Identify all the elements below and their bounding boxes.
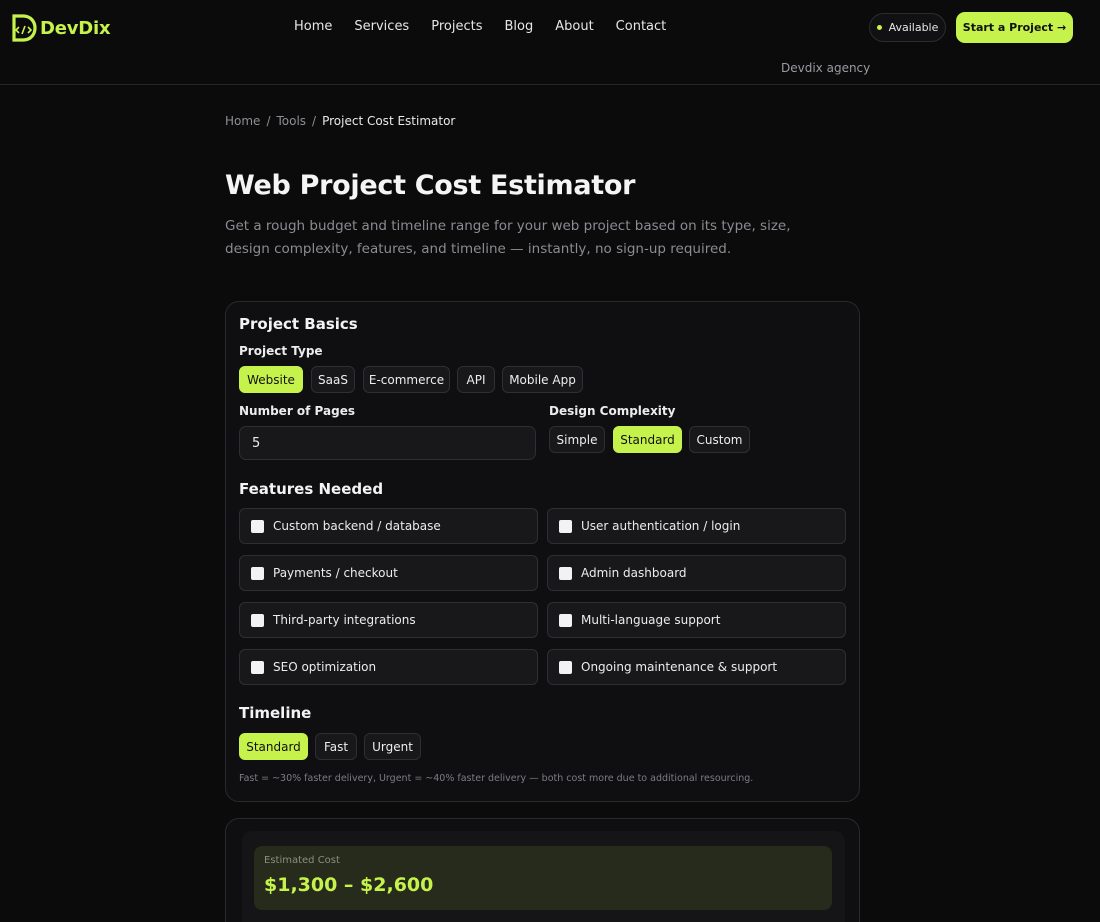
pages-input[interactable]: 5 [239, 426, 536, 460]
nav-contact[interactable]: Contact [605, 19, 678, 35]
estimate-result-card: Estimated Cost $1,300 – $2,600 [225, 818, 860, 922]
checkbox[interactable] [251, 519, 264, 533]
breadcrumb-tools[interactable]: Tools [276, 114, 306, 128]
project-type-saas[interactable]: SaaS [311, 366, 355, 393]
feature-label: SEO optimization [273, 660, 377, 674]
nav-blog[interactable]: Blog [493, 19, 544, 35]
nav-home[interactable]: Home [283, 19, 343, 35]
agency-tagline: Devdix agency [781, 61, 871, 75]
breadcrumb-home[interactable]: Home [225, 114, 260, 128]
feature-custom-backend[interactable]: Custom backend / database [239, 508, 538, 544]
status-dot-icon [876, 25, 882, 30]
feature-label: Payments / checkout [273, 566, 398, 580]
estimate-box: Estimated Cost $1,300 – $2,600 [254, 846, 832, 910]
feature-label: Admin dashboard [581, 566, 687, 580]
feature-label: Ongoing maintenance & support [581, 660, 778, 674]
features-heading: Features Needed [239, 480, 384, 498]
project-type-mobile-app[interactable]: Mobile App [502, 366, 583, 393]
timeline-heading: Timeline [239, 704, 312, 722]
feature-seo[interactable]: SEO optimization [239, 649, 538, 685]
estimator-form-card: Project Basics Project Type Website SaaS… [225, 301, 860, 802]
main-nav: Home Services Projects Blog About Contac… [283, 19, 677, 35]
design-custom[interactable]: Custom [689, 426, 750, 453]
page-title: Web Project Cost Estimator [225, 170, 636, 201]
breadcrumb-separator: / [312, 114, 317, 128]
estimate-label: Estimated Cost [264, 855, 340, 866]
project-type-website[interactable]: Website [239, 366, 303, 393]
feature-label: Third-party integrations [273, 613, 416, 627]
feature-maintenance[interactable]: Ongoing maintenance & support [547, 649, 846, 685]
timeline-standard[interactable]: Standard [239, 733, 308, 760]
checkbox[interactable] [559, 519, 572, 533]
feature-user-auth[interactable]: User authentication / login [547, 508, 846, 544]
project-basics-heading: Project Basics [239, 315, 358, 333]
timeline-urgent[interactable]: Urgent [364, 733, 421, 760]
feature-label: User authentication / login [581, 519, 741, 533]
feature-payments[interactable]: Payments / checkout [239, 555, 538, 591]
design-standard[interactable]: Standard [613, 426, 682, 453]
breadcrumb: Home / Tools / Project Cost Estimator [225, 114, 455, 128]
pages-label: Number of Pages [239, 404, 355, 418]
checkbox[interactable] [251, 613, 264, 627]
start-project-button[interactable]: Start a Project → [956, 12, 1073, 43]
project-type-api[interactable]: API [457, 366, 495, 393]
feature-admin-dashboard[interactable]: Admin dashboard [547, 555, 846, 591]
logo-icon [10, 14, 38, 42]
checkbox[interactable] [559, 566, 572, 580]
availability-label: Available [888, 21, 939, 34]
timeline-note: Fast = ~30% faster delivery, Urgent = ~4… [239, 773, 754, 784]
checkbox[interactable] [559, 613, 572, 627]
feature-multi-language[interactable]: Multi-language support [547, 602, 846, 638]
estimate-panel: Estimated Cost $1,300 – $2,600 [242, 831, 845, 922]
project-type-label: Project Type [239, 344, 323, 358]
feature-label: Multi-language support [581, 613, 721, 627]
nav-projects[interactable]: Projects [420, 19, 493, 35]
nav-about[interactable]: About [544, 19, 604, 35]
timeline-fast[interactable]: Fast [315, 733, 357, 760]
checkbox[interactable] [251, 566, 264, 580]
design-complexity-label: Design Complexity [549, 404, 676, 418]
checkbox[interactable] [251, 660, 264, 674]
brand-name: DevDix [40, 17, 111, 39]
logo[interactable]: DevDix [10, 14, 111, 42]
nav-services[interactable]: Services [343, 19, 420, 35]
feature-label: Custom backend / database [273, 519, 441, 533]
design-simple[interactable]: Simple [549, 426, 605, 453]
page-subtitle: Get a rough budget and timeline range fo… [225, 218, 791, 257]
estimate-value: $1,300 – $2,600 [264, 874, 434, 896]
project-type-ecommerce[interactable]: E-commerce [363, 366, 450, 393]
breadcrumb-separator: / [266, 114, 271, 128]
breadcrumb-current: Project Cost Estimator [322, 114, 456, 128]
site-header: DevDix Home Services Projects Blog About… [0, 0, 1100, 85]
availability-badge: Available [869, 13, 946, 42]
feature-integrations[interactable]: Third-party integrations [239, 602, 538, 638]
checkbox[interactable] [559, 660, 572, 674]
